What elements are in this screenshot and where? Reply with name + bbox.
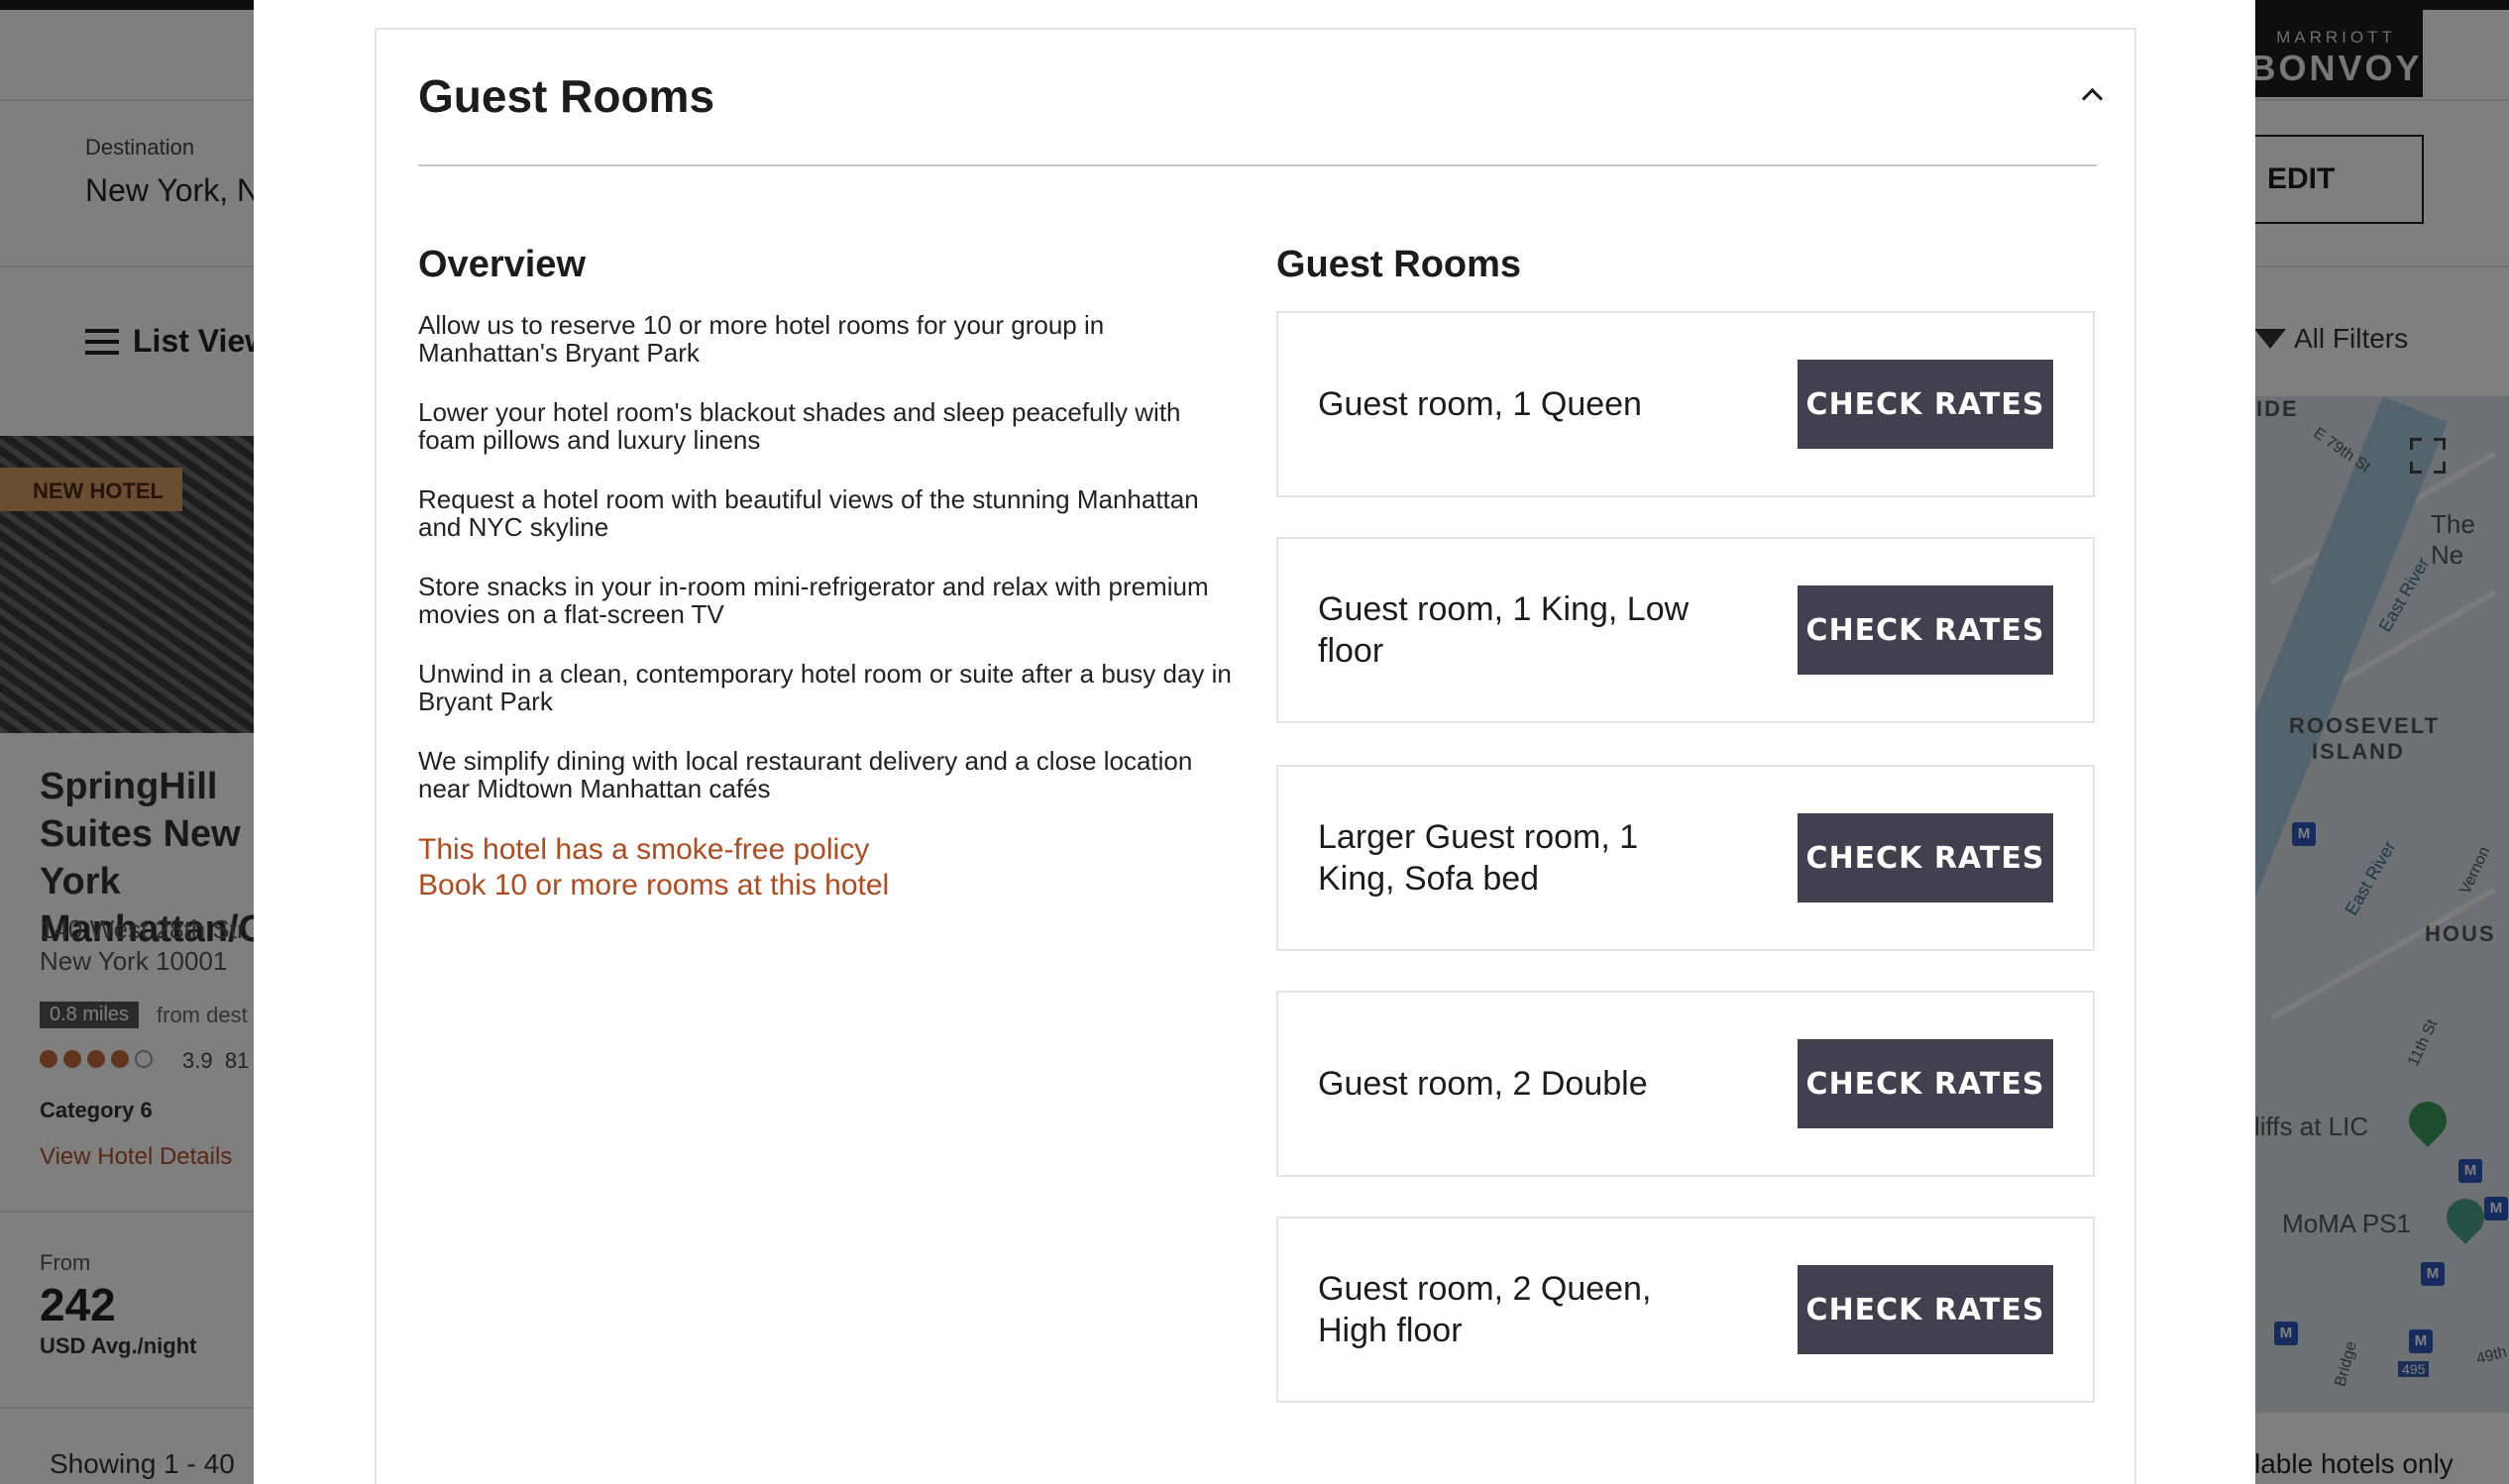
room-name: Guest room, 2 Double	[1318, 1065, 1648, 1103]
room-name: Guest room, 2 Queen, High floor	[1318, 1270, 1652, 1349]
check-rates-button[interactable]: CHECK RATES	[1798, 585, 2053, 675]
divider	[418, 164, 2097, 166]
overview-heading: Overview	[418, 244, 586, 285]
guest-rooms-modal: Guest Rooms Overview Allow us to reserve…	[254, 0, 2255, 1484]
check-rates-button[interactable]: CHECK RATES	[1798, 1039, 2053, 1128]
check-rates-button[interactable]: CHECK RATES	[1798, 813, 2053, 902]
room-name: Guest room, 1 King, Low floor	[1318, 590, 1690, 670]
room-card: Guest room, 1 King, Low floor CHECK RATE…	[1276, 537, 2095, 723]
room-name: Larger Guest room, 1 King, Sofa bed	[1318, 818, 1639, 898]
modal-title: Guest Rooms	[418, 70, 715, 122]
room-card: Guest room, 1 Queen CHECK RATES	[1276, 311, 2095, 497]
guest-rooms-panel: Guest Rooms Overview Allow us to reserve…	[375, 28, 2136, 1484]
room-card: Guest room, 2 Queen, High floor CHECK RA…	[1276, 1217, 2095, 1403]
book-ten-rooms-link[interactable]: Book 10 or more rooms at this hotel	[418, 868, 889, 903]
collapse-chevron-up-icon[interactable]	[2073, 75, 2113, 115]
overview-item: Lower your hotel room's blackout shades …	[418, 397, 1181, 455]
room-card: Guest room, 2 Double CHECK RATES	[1276, 991, 2095, 1177]
overview-list: Allow us to reserve 10 or more hotel roo…	[418, 311, 1241, 834]
room-card: Larger Guest room, 1 King, Sofa bed CHEC…	[1276, 765, 2095, 951]
guest-rooms-heading: Guest Rooms	[1276, 244, 1522, 285]
check-rates-button[interactable]: CHECK RATES	[1798, 360, 2053, 449]
overview-item: Request a hotel room with beautiful view…	[418, 484, 1199, 542]
overview-item: Store snacks in your in-room mini-refrig…	[418, 572, 1209, 629]
policy-links: This hotel has a smoke-free policy Book …	[418, 832, 889, 903]
smoke-free-policy-link[interactable]: This hotel has a smoke-free policy	[418, 832, 889, 868]
check-rates-button[interactable]: CHECK RATES	[1798, 1265, 2053, 1354]
overview-item: We simplify dining with local restaurant…	[418, 746, 1193, 803]
overview-item: Allow us to reserve 10 or more hotel roo…	[418, 310, 1105, 368]
overview-item: Unwind in a clean, contemporary hotel ro…	[418, 659, 1232, 716]
room-name: Guest room, 1 Queen	[1318, 385, 1642, 423]
